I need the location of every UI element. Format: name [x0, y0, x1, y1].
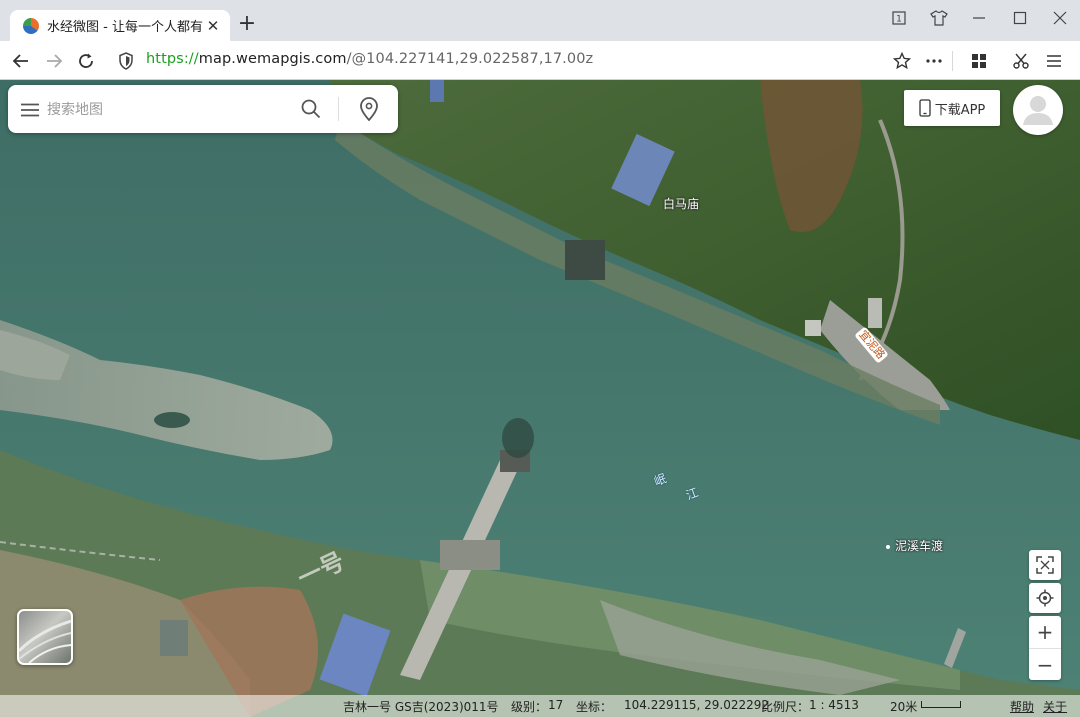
scale-value: 1 : 4513 — [809, 698, 859, 712]
about-link[interactable]: 关于 — [1043, 698, 1067, 715]
new-tab-icon[interactable]: + — [236, 11, 258, 37]
back-arrow-icon[interactable] — [9, 49, 33, 73]
tab-title: 水经微图 - 让每一个人都有自 — [47, 20, 204, 35]
address-bar-url[interactable]: https://map.wemapgis.com/@104.227141,29.… — [146, 51, 593, 67]
scalebar-graphic — [921, 701, 961, 708]
scale-label: 比例尺： — [761, 700, 810, 714]
tab-close-icon[interactable]: ✕ — [204, 17, 222, 35]
search-input[interactable]: 搜索地图 — [47, 99, 103, 119]
browser-toolbar: https://map.wemapgis.com/@104.227141,29.… — [0, 41, 1080, 80]
more-dots-icon[interactable] — [922, 49, 946, 73]
place-label-baimamiao[interactable]: 白马庙 — [663, 195, 699, 212]
map-search-box[interactable]: 搜索地图 — [8, 85, 398, 133]
fullscreen-icon — [1036, 556, 1054, 574]
ferry-point-icon — [886, 544, 890, 549]
map-viewport[interactable]: 搜索地图 下载APP 白马庙 宜泥路 岷 江 泥溪车渡 一号 + − 吉林一号 … — [0, 80, 1080, 717]
minimize-icon[interactable] — [962, 6, 996, 30]
bookmark-star-icon[interactable] — [890, 49, 914, 73]
toolbar-divider — [952, 51, 953, 71]
menu-hamburger-icon[interactable] — [1042, 49, 1066, 73]
scalebar-text: 20米 — [890, 700, 918, 714]
site-favicon-icon — [23, 17, 39, 34]
layer-thumbnail-map-icon — [19, 619, 71, 663]
tab-count-icon[interactable]: 1 — [882, 6, 916, 30]
ferry-label[interactable]: 泥溪车渡 — [886, 537, 943, 554]
reload-icon[interactable] — [74, 49, 98, 73]
user-avatar[interactable] — [1013, 85, 1063, 135]
url-host: map.wemapgis.com — [198, 51, 347, 67]
browser-tab-strip: 水经微图 - 让每一个人都有自 ✕ + 1 — [0, 0, 1080, 41]
zoom-level-value: 17 — [548, 698, 564, 712]
download-app-button[interactable]: 下载APP — [904, 90, 1000, 126]
url-path: /@104.227141,29.022587,17.00z — [346, 51, 594, 67]
scissors-icon[interactable] — [1009, 49, 1033, 73]
svg-text:1: 1 — [896, 15, 902, 25]
zoom-out-button[interactable]: − — [1029, 649, 1061, 680]
window-close-icon[interactable] — [1043, 6, 1077, 30]
locate-me-button[interactable] — [1029, 583, 1061, 613]
apps-grid-icon[interactable] — [967, 49, 991, 73]
forward-arrow-icon[interactable] — [42, 49, 66, 73]
maximize-icon[interactable] — [1003, 6, 1037, 30]
search-divider — [338, 97, 339, 121]
map-status-bar: 吉林一号 GS吉(2023)011号 级别： 17 坐标： 104.229115… — [0, 695, 1080, 717]
coordinate-value: 104.229115, 29.022292 — [624, 698, 770, 712]
browser-tab[interactable]: 水经微图 - 让每一个人都有自 ✕ — [10, 10, 230, 41]
hamburger-menu-icon[interactable] — [21, 102, 39, 121]
coordinate-label: 坐标： — [576, 700, 613, 714]
layer-switch-button[interactable] — [17, 609, 73, 665]
download-app-label: 下载APP — [934, 102, 986, 118]
search-icon[interactable] — [301, 99, 321, 123]
map-source-text: 吉林一号 GS吉(2023)011号 — [343, 700, 499, 714]
site-security-shield-icon[interactable] — [114, 49, 138, 73]
skin-shirt-icon[interactable] — [922, 6, 956, 30]
zoom-level-label: 级别： — [511, 700, 548, 714]
crosshair-locate-icon — [1036, 589, 1054, 607]
phone-icon — [919, 99, 931, 117]
user-silhouette-icon — [1023, 96, 1053, 125]
location-pin-icon[interactable] — [359, 97, 379, 125]
satellite-imagery — [0, 80, 1080, 717]
zoom-in-button[interactable]: + — [1029, 616, 1061, 649]
zoom-controls: + − — [1029, 616, 1061, 680]
ferry-label-text: 泥溪车渡 — [895, 539, 944, 553]
help-link[interactable]: 帮助 — [1010, 698, 1034, 715]
fullscreen-toggle-button[interactable] — [1029, 550, 1061, 580]
url-scheme: https:// — [146, 51, 199, 67]
